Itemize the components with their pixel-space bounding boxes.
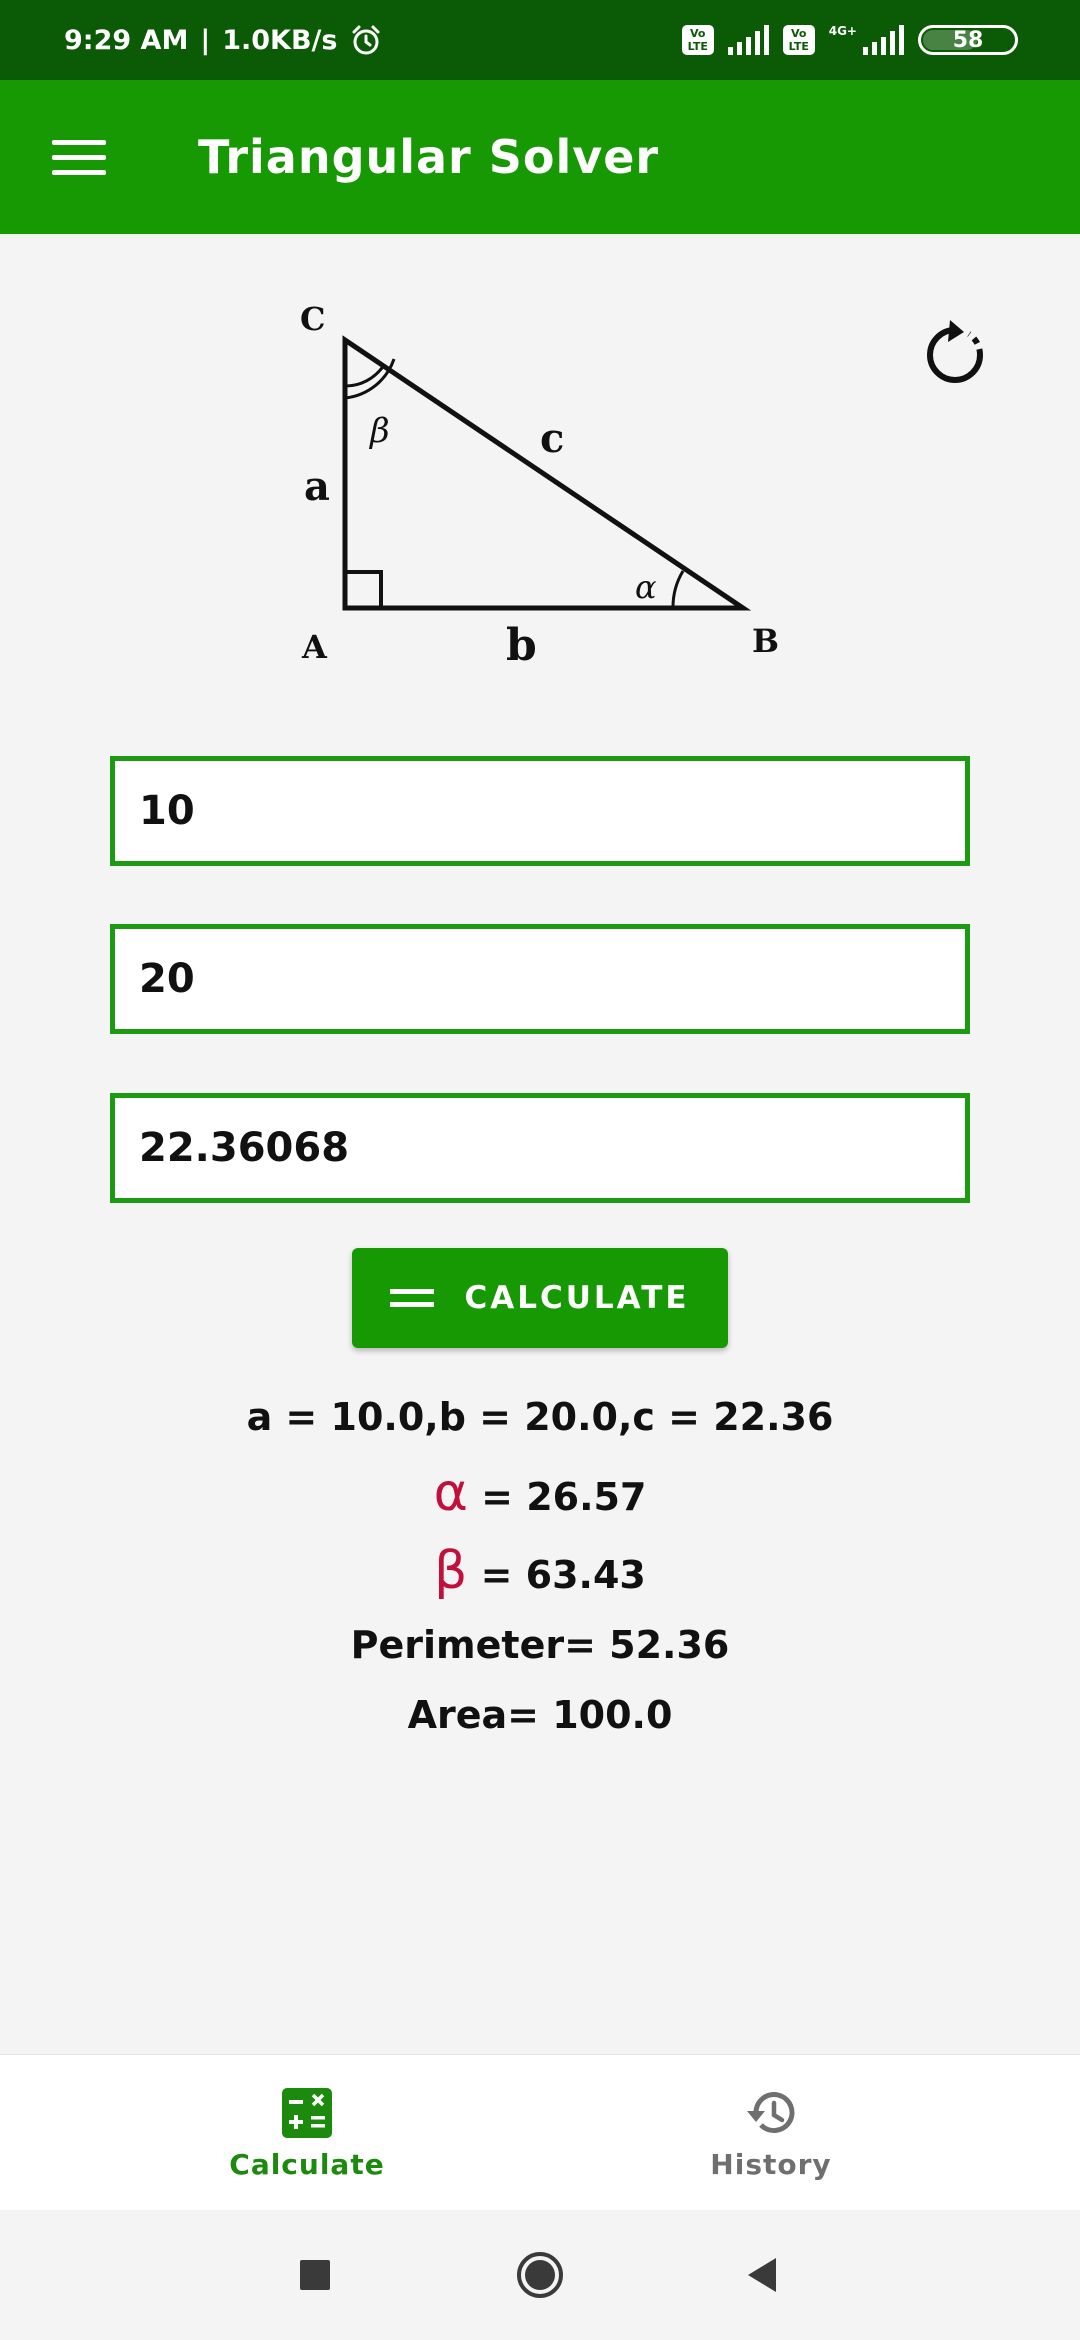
side-a-label: a bbox=[304, 463, 330, 510]
calculate-button-label: CALCULATE bbox=[464, 1280, 690, 1316]
back-icon[interactable] bbox=[738, 2250, 788, 2300]
triangle-diagram: C A B a b c β α bbox=[300, 300, 779, 671]
alpha-value: = 26.57 bbox=[467, 1475, 647, 1519]
side-b-input[interactable] bbox=[110, 924, 970, 1034]
status-right: Vo LTE Vo LTE 4G+ 58 bbox=[681, 0, 1018, 80]
triangle-shape bbox=[342, 335, 752, 611]
alpha-label: α bbox=[635, 568, 657, 606]
result-sides: a = 10.0,b = 20.0,c = 22.36 bbox=[246, 1395, 834, 1439]
beta-value: = 63.43 bbox=[467, 1553, 646, 1597]
calculator-icon bbox=[282, 2087, 332, 2138]
results-panel: a = 10.0,b = 20.0,c = 22.36 α = 26.57 β … bbox=[0, 1380, 1080, 1750]
result-alpha: α = 26.57 bbox=[0, 1454, 1080, 1532]
status-left: 9:29 AM | 1.0KB/s bbox=[64, 0, 383, 80]
signal-icon-2 bbox=[863, 25, 904, 55]
calculate-button[interactable]: CALCULATE bbox=[352, 1248, 728, 1348]
history-icon bbox=[747, 2091, 795, 2133]
app-title: Triangular Solver bbox=[198, 130, 660, 184]
status-bar: 9:29 AM | 1.0KB/s Vo LTE Vo LTE 4G+ 58 bbox=[0, 0, 1080, 80]
side-b-label: b bbox=[506, 620, 537, 671]
side-c-input[interactable] bbox=[110, 1093, 970, 1203]
side-a-input[interactable] bbox=[110, 756, 970, 866]
nav-label-history: History bbox=[710, 2147, 832, 2181]
home-icon[interactable] bbox=[515, 2250, 565, 2300]
status-separator: | bbox=[200, 24, 211, 56]
nav-item-calculate[interactable]: Calculate bbox=[107, 2055, 507, 2211]
nav-item-history[interactable]: History bbox=[571, 2055, 971, 2211]
alpha-symbol: α bbox=[433, 1463, 468, 1523]
battery-icon: 58 bbox=[918, 25, 1018, 55]
beta-symbol: β bbox=[434, 1541, 468, 1601]
recent-apps-icon[interactable] bbox=[290, 2250, 340, 2300]
hamburger-menu-icon[interactable] bbox=[44, 122, 114, 192]
vertex-c-label: C bbox=[300, 300, 325, 338]
beta-label: β bbox=[368, 411, 390, 451]
volte-icon-2: Vo LTE bbox=[782, 25, 815, 55]
system-navigation-bar bbox=[0, 2210, 1080, 2340]
result-perimeter: Perimeter= 52.36 bbox=[350, 1623, 730, 1667]
signal-icon bbox=[727, 25, 769, 55]
side-c-label: c bbox=[540, 415, 564, 462]
status-net-speed: 1.0KB/s bbox=[222, 24, 338, 56]
status-time: 9:29 AM bbox=[64, 24, 189, 56]
result-area: Area= 100.0 bbox=[407, 1693, 673, 1737]
nav-label-calculate: Calculate bbox=[229, 2147, 385, 2181]
volte-icon: Vo LTE bbox=[681, 25, 714, 55]
bottom-navigation: Calculate History bbox=[0, 2054, 1080, 2211]
vertex-b-label: B bbox=[752, 622, 779, 660]
network-type-label: 4G+ bbox=[828, 24, 857, 38]
alpha-arc bbox=[671, 570, 685, 609]
vertex-a-label: A bbox=[301, 628, 328, 666]
result-beta: β = 63.43 bbox=[0, 1532, 1080, 1610]
refresh-icon[interactable] bbox=[920, 320, 990, 390]
battery-level: 58 bbox=[952, 27, 984, 53]
right-angle-marker bbox=[343, 570, 383, 610]
equals-icon bbox=[390, 1289, 435, 1307]
screen: 9:29 AM | 1.0KB/s Vo LTE Vo LTE 4G+ 58 T… bbox=[0, 0, 1080, 2340]
app-bar: Triangular Solver bbox=[0, 80, 1080, 234]
alarm-icon bbox=[352, 25, 380, 55]
